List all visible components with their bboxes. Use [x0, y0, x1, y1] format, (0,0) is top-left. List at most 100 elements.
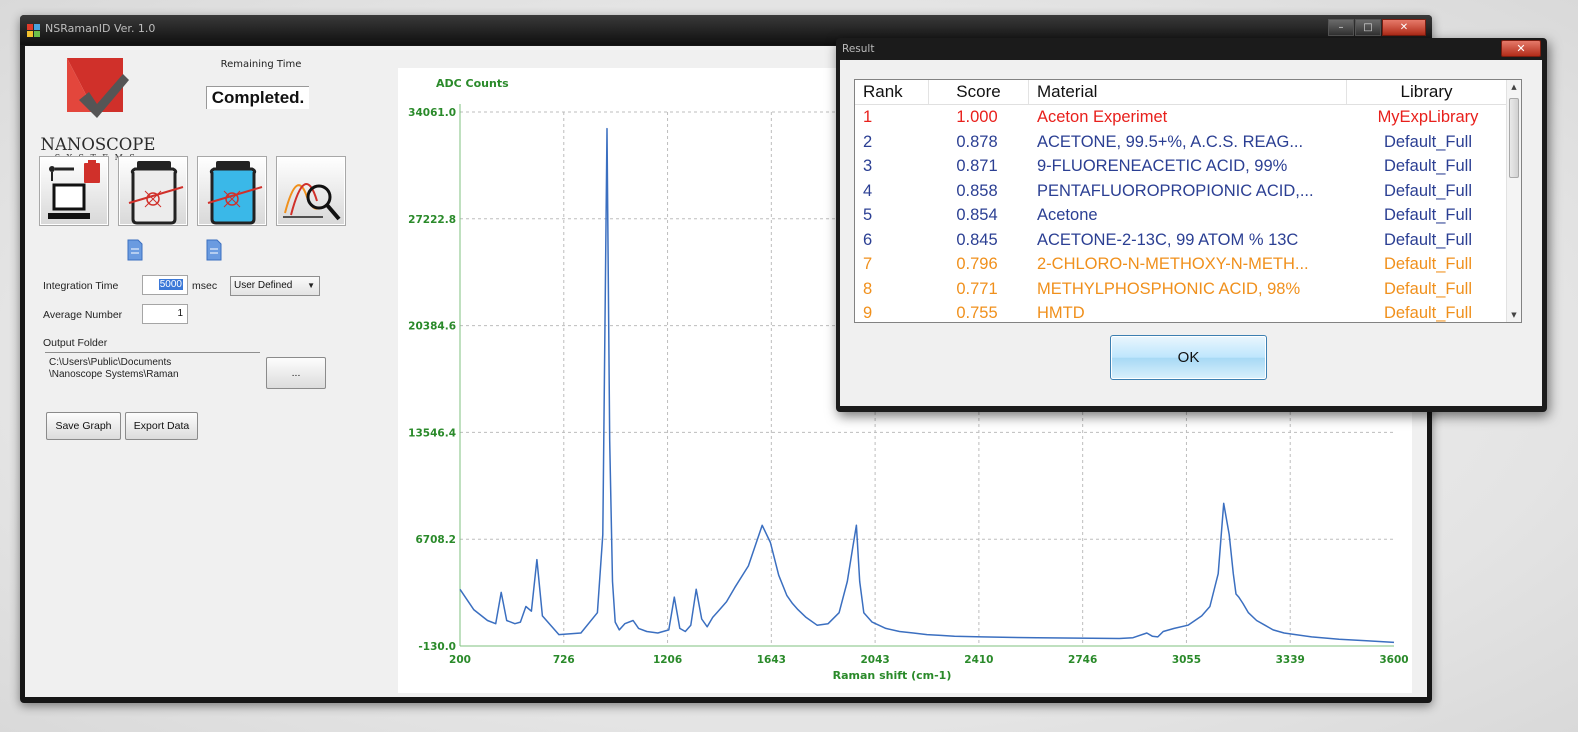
result-cell-score: 0.871	[956, 157, 998, 175]
result-row[interactable]: 6 0.845 ACETONE-2-13C, 99 ATOM % 13C Defaul…	[855, 228, 1507, 253]
result-cell-material: 9-FLUORENEACETIC ACID, 99%	[1037, 157, 1288, 175]
spectrum-search-icon	[283, 183, 341, 221]
result-cell-material: Acetone	[1037, 206, 1098, 224]
dark-measure-button[interactable]	[118, 156, 188, 226]
output-folder-path: C:\Users\Public\Documents \Nanoscope Sys…	[45, 352, 260, 388]
status-display: Completed.	[206, 86, 309, 109]
result-cell-library: Default_Full	[1383, 132, 1473, 151]
result-dialog-title: Result	[842, 43, 875, 55]
result-cell-material: METHYLPHOSPHONIC ACID, 98%	[1037, 279, 1301, 298]
result-row[interactable]: 5 0.854 Acetone Default_Full	[855, 203, 1507, 228]
x-tick-label: 200	[449, 654, 471, 666]
export-data-button[interactable]: Export Data	[125, 412, 198, 440]
save-graph-button[interactable]: Save Graph	[46, 412, 121, 440]
result-cell-rank: 9	[863, 304, 873, 322]
y-tick-label: -130.0	[418, 641, 456, 653]
result-cell-material: 2-CHLORO-N-METHOXY-N-METH...	[1037, 255, 1309, 273]
integration-unit-label: msec	[192, 280, 218, 292]
result-cell-score: 0.845	[956, 230, 998, 249]
output-folder-label: Output Folder	[43, 337, 108, 349]
result-row[interactable]: 4 0.858 PENTAFLUOROPROPIONIC ACID,... Defau…	[855, 179, 1507, 204]
result-row[interactable]: 8 0.771 METHYLPHOSPHONIC ACID, 98% Default_…	[855, 277, 1507, 302]
chevron-down-icon: ▼	[307, 281, 315, 290]
x-tick-label: 2043	[860, 654, 889, 666]
result-cell-score: 0.796	[956, 255, 998, 273]
sample-file-icon[interactable]	[206, 239, 222, 261]
x-axis-title: Raman shift (cm-1)	[833, 669, 952, 682]
window-title: NSRamanID Ver. 1.0	[45, 22, 156, 35]
result-cell-library: Default_Full	[1383, 255, 1473, 273]
result-cell-rank: 6	[863, 230, 873, 249]
scroll-up-icon[interactable]: ▲	[1507, 80, 1521, 94]
result-cell-material: HMTD	[1037, 304, 1085, 322]
sample-measure-button[interactable]	[197, 156, 267, 226]
y-axis-title: ADC Counts	[436, 77, 509, 90]
result-cell-library: Default_Full	[1383, 230, 1473, 249]
sample-jar-icon	[128, 161, 184, 225]
result-cell-score: 1.000	[956, 108, 998, 126]
result-client-area: Rank Score Material Library 1 1.000 Aceton…	[840, 60, 1542, 406]
result-list[interactable]: Rank Score Material Library 1 1.000 Aceton…	[854, 79, 1522, 323]
integration-time-input[interactable]: 5000	[142, 275, 188, 295]
browse-button[interactable]: ...	[266, 357, 326, 389]
column-header-score[interactable]: Score	[929, 80, 1029, 104]
close-button[interactable]: ✕	[1382, 19, 1426, 36]
app-icon	[27, 24, 40, 37]
x-tick-label: 726	[553, 654, 575, 666]
result-cell-library: Default_Full	[1383, 304, 1473, 322]
result-row[interactable]: 3 0.871 9-FLUORENEACETIC ACID, 99% Default_…	[855, 154, 1507, 179]
result-cell-rank: 2	[863, 132, 873, 151]
result-row[interactable]: 9 0.755 HMTD Default_Full	[855, 301, 1507, 322]
result-cell-rank: 1	[863, 108, 873, 126]
column-header-library[interactable]: Library	[1347, 80, 1507, 104]
x-tick-label: 2746	[1068, 654, 1097, 666]
result-cell-score: 0.755	[956, 304, 998, 322]
average-number-input[interactable]: 1	[142, 304, 188, 324]
identify-button[interactable]	[276, 156, 346, 226]
result-cell-score: 0.854	[956, 206, 998, 224]
y-tick-label: 20384.6	[408, 321, 456, 333]
ok-button[interactable]: OK	[1110, 335, 1267, 380]
result-scrollbar[interactable]: ▲ ▼	[1506, 80, 1521, 322]
y-tick-label: 6708.2	[415, 534, 456, 546]
scroll-thumb[interactable]	[1509, 98, 1519, 178]
result-cell-library: Default_Full	[1383, 206, 1473, 224]
result-cell-rank: 4	[863, 181, 873, 200]
result-cell-material: ACETONE-2-13C, 99 ATOM % 13C	[1037, 230, 1299, 249]
x-tick-label: 3600	[1379, 654, 1408, 666]
result-row[interactable]: 7 0.796 2-CHLORO-N-METHOXY-N-METH... Defaul…	[855, 252, 1507, 277]
x-tick-label: 2410	[964, 654, 993, 666]
x-tick-label: 1206	[653, 654, 682, 666]
result-cell-rank: 5	[863, 206, 873, 224]
x-tick-label: 1643	[757, 654, 786, 666]
result-cell-material: Aceton Experimet	[1037, 108, 1168, 126]
y-tick-label: 27222.8	[408, 214, 456, 226]
result-dialog: Result ✕ Rank Score Material Library 1 1.…	[836, 38, 1547, 412]
result-row[interactable]: 1 1.000 Aceton Experimet MyExpLibrary	[855, 105, 1507, 130]
computer-icon	[48, 160, 100, 219]
x-tick-label: 3055	[1172, 654, 1201, 666]
result-cell-material: PENTAFLUOROPROPIONIC ACID,...	[1037, 181, 1314, 200]
column-header-rank[interactable]: Rank	[855, 80, 929, 104]
result-cell-library: Default_Full	[1383, 279, 1473, 298]
result-cell-library: MyExpLibrary	[1377, 108, 1479, 126]
column-header-material[interactable]: Material	[1029, 80, 1347, 104]
minimize-button[interactable]: –	[1328, 19, 1354, 36]
dark-file-icon[interactable]	[127, 239, 143, 261]
connect-device-button[interactable]	[39, 156, 109, 226]
result-cell-score: 0.878	[956, 132, 998, 151]
logo-name: NANOSCOPE	[40, 135, 156, 154]
result-cell-library: Default_Full	[1383, 157, 1473, 175]
y-tick-label: 13546.4	[408, 427, 456, 439]
result-row[interactable]: 2 0.878 ACETONE, 99.5+%, A.C.S. REAG... Def…	[855, 130, 1507, 155]
y-tick-label: 34061.0	[408, 107, 456, 119]
result-close-button[interactable]: ✕	[1501, 40, 1541, 57]
result-cell-material: ACETONE, 99.5+%, A.C.S. REAG...	[1037, 132, 1304, 151]
maximize-button[interactable]: □	[1355, 19, 1381, 36]
sample-jar-blue-icon	[207, 161, 263, 225]
scroll-down-icon[interactable]: ▼	[1507, 308, 1521, 322]
result-cell-score: 0.771	[956, 279, 998, 298]
result-cell-score: 0.858	[956, 181, 998, 200]
mode-select[interactable]: User Defined ▼	[230, 276, 320, 296]
average-number-label: Average Number	[43, 309, 123, 321]
